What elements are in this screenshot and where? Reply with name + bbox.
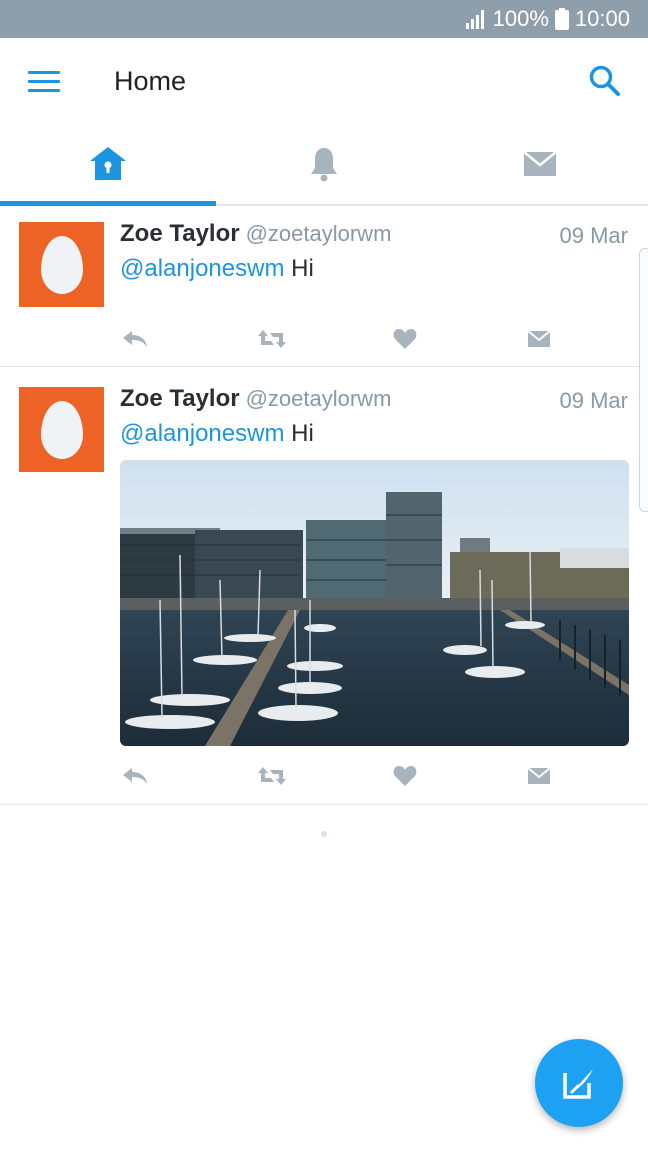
tab-notifications[interactable] — [216, 126, 432, 202]
tab-messages[interactable] — [432, 126, 648, 202]
reply-button[interactable] — [120, 761, 150, 791]
tweet-text: @alanjoneswm Hi — [120, 255, 314, 283]
egg-avatar-icon — [40, 400, 83, 459]
tweet-author[interactable]: Zoe Taylor @zoetaylorwm — [120, 385, 391, 413]
tweet-actions — [120, 761, 560, 791]
envelope-icon — [527, 330, 551, 347]
signal-icon — [465, 10, 484, 29]
edge-panel-handle[interactable] — [639, 248, 648, 512]
author-handle: @zoetaylorwm — [245, 221, 392, 246]
like-button[interactable] — [390, 324, 420, 354]
heart-icon — [393, 766, 417, 786]
reply-button[interactable] — [120, 324, 150, 354]
tweet-date: 09 Mar — [559, 223, 628, 248]
search-icon — [589, 65, 620, 96]
home-icon — [90, 147, 126, 180]
tweet-photo[interactable] — [120, 460, 629, 746]
mention-link[interactable]: @alanjoneswm — [120, 255, 284, 282]
scroll-indicator-dot — [321, 831, 327, 837]
retweet-button[interactable] — [257, 324, 287, 354]
tab-bar — [0, 126, 648, 206]
author-name: Zoe Taylor — [120, 220, 240, 247]
tab-home[interactable] — [0, 126, 216, 202]
tweet-actions — [120, 324, 560, 354]
reply-icon — [123, 768, 147, 784]
hamburger-icon — [28, 71, 60, 92]
tweet-body: Hi — [291, 255, 314, 282]
retweet-button[interactable] — [257, 761, 287, 791]
compose-icon — [563, 1069, 593, 1099]
tweet-text: @alanjoneswm Hi — [120, 420, 314, 448]
retweet-icon — [258, 330, 286, 348]
page-title: Home — [114, 66, 187, 96]
tweet-date: 09 Mar — [559, 388, 628, 413]
search-button[interactable] — [588, 64, 624, 100]
harbor-photo — [120, 460, 629, 746]
heart-icon — [393, 329, 417, 349]
tweet-body: Hi — [291, 420, 314, 447]
reply-icon — [123, 331, 147, 347]
direct-message-button[interactable] — [524, 324, 554, 354]
menu-button[interactable] — [22, 68, 66, 98]
retweet-icon — [258, 767, 286, 785]
status-bar: 100% 10:00 — [0, 0, 648, 38]
egg-avatar-icon — [40, 235, 83, 294]
status-time: 10:00 — [574, 6, 630, 31]
direct-message-button[interactable] — [524, 761, 554, 791]
envelope-icon — [527, 767, 551, 784]
app-bar: Home — [0, 38, 648, 126]
battery-icon — [554, 8, 569, 30]
battery-percent: 100% — [492, 6, 549, 31]
avatar[interactable] — [19, 222, 104, 307]
like-button[interactable] — [390, 761, 420, 791]
author-name: Zoe Taylor — [120, 385, 240, 412]
envelope-icon — [523, 151, 557, 176]
tweet-item[interactable]: Zoe Taylor @zoetaylorwm 09 Mar @alanjones… — [0, 204, 648, 367]
mention-link[interactable]: @alanjoneswm — [120, 420, 284, 447]
compose-tweet-button[interactable] — [535, 1039, 623, 1127]
author-handle: @zoetaylorwm — [245, 386, 392, 411]
bell-icon — [311, 148, 337, 182]
tweet-author[interactable]: Zoe Taylor @zoetaylorwm — [120, 220, 391, 248]
avatar[interactable] — [19, 387, 104, 472]
